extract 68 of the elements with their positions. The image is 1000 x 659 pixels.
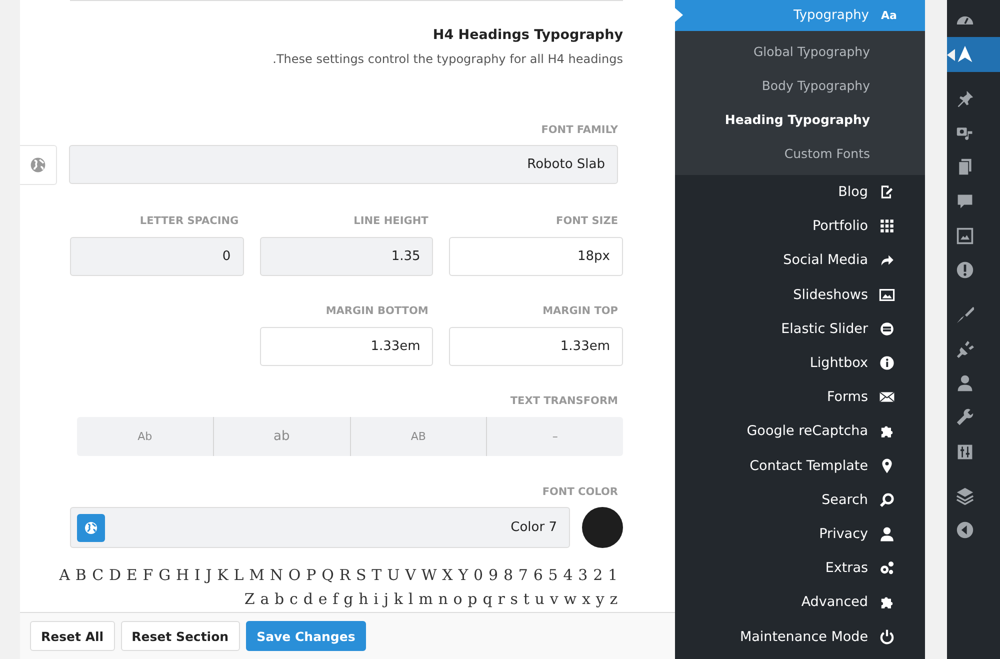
comment-icon — [956, 192, 974, 211]
frame-icon — [956, 226, 974, 245]
map-pin-icon — [879, 458, 895, 474]
section-title: H4 Headings Typography — [432, 27, 623, 43]
menu-item[interactable]: Advanced — [675, 585, 925, 620]
logo-icon — [956, 45, 974, 64]
search-icon — [879, 492, 895, 508]
menu-item[interactable]: Google reCaptcha — [675, 414, 925, 448]
field-label: FONT FAMILY — [541, 124, 619, 136]
grid-icon — [879, 218, 895, 234]
reset-section-button[interactable]: Reset Section — [120, 621, 240, 651]
alert-icon — [956, 261, 974, 280]
globe-button[interactable] — [20, 145, 57, 185]
edit-icon — [879, 184, 895, 200]
slider-icon — [879, 320, 895, 337]
input-field[interactable]: 1.33em — [260, 327, 434, 366]
menu-item[interactable]: Extras — [675, 551, 925, 586]
field-label: FONT SIZE — [555, 215, 619, 227]
menu-item[interactable]: Contact Template — [675, 448, 925, 483]
image-icon — [879, 286, 895, 303]
brush-icon — [956, 306, 974, 324]
settings-icon — [956, 442, 974, 461]
menu-item[interactable]: Forms — [675, 380, 925, 414]
font-color-field[interactable]: Color 7 — [70, 507, 570, 548]
font-preview-text: ABCDEFGHIJKLMNOPQRSTUVWXY0987654321 Zabcdefghijklmnopqrstuvwxyz — [59, 565, 623, 610]
layers-icon — [956, 487, 974, 505]
menu-item[interactable]: Social Media — [675, 243, 925, 278]
pin-icon — [956, 90, 974, 108]
collapse-icon — [956, 521, 974, 540]
power-icon — [879, 628, 895, 645]
puzzle-icon — [879, 423, 895, 440]
field-label: LINE HEIGHT — [352, 215, 430, 227]
user-icon — [956, 374, 974, 392]
menu-item[interactable]: Search — [675, 482, 925, 517]
section-description: .These settings control the typography for all H4 headings — [272, 52, 623, 66]
field-label: MARGIN BOTTOM — [324, 305, 430, 317]
active-pointer-icon — [947, 49, 955, 62]
font-icon: Aa — [881, 9, 895, 22]
input-field[interactable]: 1.33em — [449, 327, 623, 366]
reset-all-button[interactable]: Reset All — [30, 621, 115, 651]
admin-menu-item[interactable] — [947, 37, 1000, 72]
menu-item[interactable]: Blog — [675, 175, 925, 210]
menu-item[interactable]: Portfolio — [675, 209, 925, 244]
field-label: MARGIN TOP — [542, 305, 619, 317]
field-label: TEXT TRANSFORM — [510, 395, 619, 407]
field-label: LETTER SPACING — [138, 215, 240, 227]
input-field[interactable]: 1.35 — [260, 237, 434, 276]
info-icon — [879, 355, 895, 372]
menu-item[interactable]: Lightbox — [675, 346, 925, 380]
input-field[interactable]: 18px — [449, 237, 623, 276]
submenu-item[interactable]: Global Typography — [675, 34, 925, 68]
menu-item[interactable]: Privacy — [675, 516, 925, 552]
globe-button[interactable] — [77, 514, 105, 542]
color-swatch[interactable] — [582, 507, 623, 548]
menu-item[interactable]: Elastic Slider — [675, 312, 925, 346]
menu-item[interactable]: Maintenance Mode — [675, 619, 925, 654]
plug-icon — [956, 340, 974, 358]
font-family-field[interactable]: Roboto Slab — [69, 145, 618, 184]
menu-item[interactable]: Slideshows — [675, 278, 925, 312]
wrench-icon — [956, 408, 974, 426]
user-icon — [879, 526, 895, 542]
puzzle-icon — [879, 594, 895, 610]
submenu-item[interactable]: Heading Typography — [675, 102, 925, 136]
submenu-item[interactable]: Body Typography — [675, 68, 925, 102]
submenu-item[interactable]: Custom Fonts — [675, 136, 925, 170]
field-label: FONT COLOR — [542, 486, 619, 498]
globe-icon — [29, 156, 47, 174]
input-field[interactable]: 0 — [70, 237, 244, 276]
